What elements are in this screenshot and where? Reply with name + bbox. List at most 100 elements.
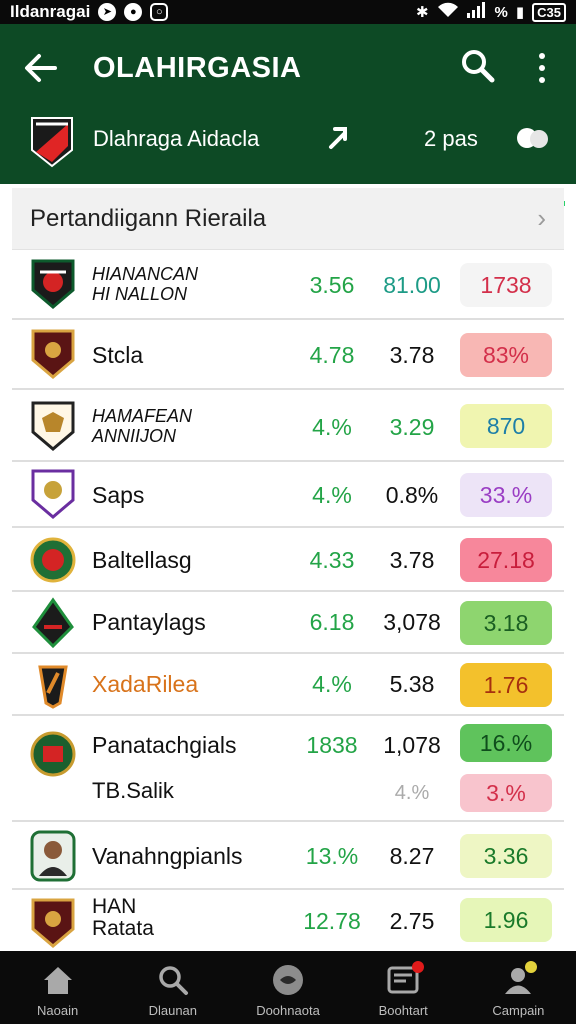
match-row[interactable]: Stcla 4.78 3.78 83% — [12, 320, 564, 390]
more-dot-icon — [539, 53, 545, 59]
nav-news[interactable]: Boohtart — [346, 951, 461, 1024]
team-logo — [30, 597, 76, 649]
odds-home: 12.78 — [303, 908, 361, 934]
bottom-nav: Naoain Dlaunan Doohnaota Boohtart Campai… — [0, 951, 576, 1024]
match-row[interactable]: HAN Ratata 12.78 2.75 1.96 — [12, 890, 564, 954]
nav-label: Naoain — [37, 1003, 79, 1018]
app-title: OLAHIRGASIA — [93, 52, 302, 84]
team-name-line1: HAN — [92, 895, 137, 918]
match-row[interactable]: HIANANCAN HI NALLON 3.56 81.00 1738 — [12, 250, 564, 320]
odds-home: 1838 — [306, 732, 358, 758]
team-name: HIANANCAN HI NALLON — [92, 264, 198, 304]
team-name-secondary: TB.Salik — [92, 778, 174, 803]
odds-badge[interactable]: 16.% — [460, 724, 552, 762]
ball-icon — [271, 963, 305, 997]
team-name-line2: HI NALLON — [92, 284, 188, 304]
team-name: Vanahngpianls — [92, 843, 243, 869]
status-dot — [525, 961, 538, 973]
odds-home: 4.33 — [309, 547, 355, 573]
odds-badge[interactable]: 27.18 — [460, 538, 552, 582]
odds-draw: 2.75 — [389, 908, 435, 934]
instagram-icon: ○ — [150, 3, 169, 21]
odds-badge-secondary[interactable]: 3.% — [460, 774, 552, 812]
match-row[interactable]: Panatachgials TB.Salik 1838 1,078 4.% 16… — [12, 716, 564, 822]
home-icon — [41, 963, 75, 997]
league-name[interactable]: Dlahraga Aidacla — [93, 126, 259, 152]
percent-icon: % — [494, 3, 508, 21]
more-options-button[interactable] — [528, 50, 556, 86]
messenger-icon: ➤ — [98, 3, 117, 21]
toggle-track — [530, 130, 548, 148]
section-title: Pertandiigann Rieraila — [30, 204, 267, 232]
more-dot-icon — [539, 77, 545, 83]
nav-matches[interactable]: Doohnaota — [230, 951, 345, 1024]
search-button[interactable] — [458, 46, 498, 86]
match-list: HIANANCAN HI NALLON 3.56 81.00 1738 Stcl… — [12, 250, 564, 954]
team-logo — [30, 728, 76, 778]
nav-profile[interactable]: Campain — [461, 951, 576, 1024]
odds-draw: 1,078 — [383, 732, 441, 758]
team-name: Stcla — [92, 342, 144, 368]
odds-draw: 3.78 — [389, 342, 435, 368]
toggle-switch[interactable] — [517, 128, 551, 148]
odds-home: 4.% — [312, 482, 352, 508]
match-row[interactable]: Baltellasg 4.33 3.78 27.18 — [12, 528, 564, 592]
odds-badge[interactable]: 1.96 — [460, 898, 552, 942]
odds-badge[interactable]: 1738 — [460, 263, 552, 307]
team-name: Pantaylags — [92, 609, 206, 635]
odds-home: 4.% — [312, 414, 352, 440]
match-row[interactable]: Pantaylags 6.18 3,078 3.18 — [12, 592, 564, 654]
tab-count-label[interactable]: 2 pas — [424, 126, 478, 152]
team-logo — [30, 830, 76, 882]
odds-badge[interactable]: 33.% — [460, 473, 552, 517]
chevron-right-icon: › — [537, 203, 546, 233]
odds-draw: 0.8% — [385, 482, 439, 508]
team-name: Saps — [92, 482, 145, 508]
odds-draw: 3.29 — [389, 414, 435, 440]
team-logo — [30, 534, 76, 584]
team-name: XadaRilea — [92, 671, 199, 697]
search-icon — [462, 50, 495, 83]
wifi-icon — [437, 2, 459, 22]
team-name: HAMAFEAN ANNIIJON — [92, 406, 192, 446]
odds-home: 6.18 — [309, 609, 355, 635]
odds-badge[interactable]: 83% — [460, 333, 552, 377]
odds-badge[interactable]: 3.36 — [460, 834, 552, 878]
sd-icon: ▮ — [515, 4, 525, 21]
odds-draw: 3.78 — [389, 547, 435, 573]
odds-badge[interactable]: 3.18 — [460, 601, 552, 645]
signal-icon — [466, 2, 487, 22]
messages-icon: ● — [124, 3, 143, 21]
team-name-line2: Ratata — [92, 917, 154, 940]
odds-draw: 5.38 — [389, 671, 435, 697]
search-icon — [156, 963, 190, 997]
match-row[interactable]: XadaRilea 4.% 5.38 1.76 — [12, 654, 564, 716]
app-header: OLAHIRGASIA Dlahraga Aidacla 2 pas — [0, 24, 576, 206]
match-row[interactable]: Vanahngpianls 13.% 8.27 3.36 — [12, 822, 564, 890]
odds-home: 4.% — [312, 671, 352, 697]
odds-home: 3.56 — [309, 272, 355, 298]
status-right: ✱ % ▮ C35 — [416, 2, 566, 22]
battery-indicator: C35 — [532, 2, 566, 22]
team-logo — [30, 328, 76, 379]
back-button[interactable] — [20, 48, 60, 88]
section-header[interactable]: Pertandiigann Rieraila › — [12, 188, 564, 250]
odds-draw: 8.27 — [389, 843, 435, 869]
team-logo — [30, 258, 76, 309]
nav-label: Doohnaota — [256, 1003, 320, 1018]
odds-badge[interactable]: 870 — [460, 404, 552, 448]
nav-home[interactable]: Naoain — [0, 951, 115, 1024]
odds-badge[interactable]: 1.76 — [460, 663, 552, 707]
match-row[interactable]: Saps 4.% 0.8% 33.% — [12, 462, 564, 528]
status-bar: Ildanragai ➤ ● ○ ✱ % ▮ C35 — [0, 0, 576, 24]
league-forward-button[interactable] — [320, 120, 356, 156]
league-logo — [30, 116, 74, 168]
team-name-line1: HAMAFEAN — [92, 406, 193, 426]
carrier-label: Ildanragai — [10, 2, 91, 21]
odds-draw: 81.00 — [383, 272, 441, 298]
arrow-left-icon — [25, 54, 57, 82]
team-name-line2: ANNIIJON — [92, 426, 177, 446]
nav-search[interactable]: Dlaunan — [115, 951, 230, 1024]
odds-draw: 3,078 — [383, 609, 441, 635]
match-row[interactable]: HAMAFEAN ANNIIJON 4.% 3.29 870 — [12, 390, 564, 462]
